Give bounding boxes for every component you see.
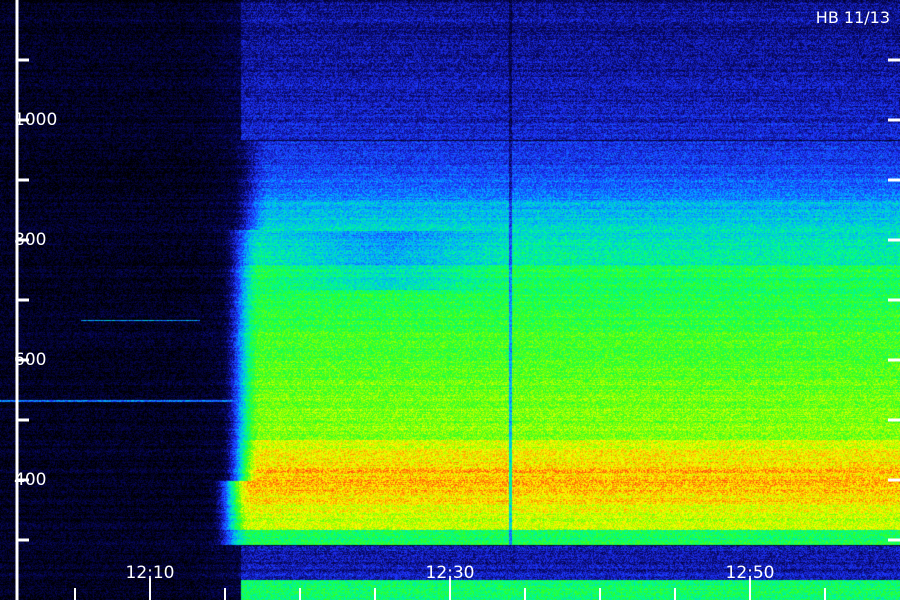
y-tick-label: 400 (14, 470, 46, 490)
chart-title: HB 11/13 (816, 8, 890, 27)
spectrogram-chart: 1000 800 600 400 12:10 12:30 12:50 HB 11… (0, 0, 900, 600)
y-ticks-left (17, 58, 29, 542)
x-tick-label: 12:50 (726, 563, 775, 583)
y-tick-label: 800 (14, 230, 46, 250)
y-ticks-right (888, 58, 900, 542)
chart-axes: 1000 800 600 400 12:10 12:30 12:50 HB 11… (14, 0, 900, 600)
y-tick-label: 600 (14, 350, 46, 370)
y-tick-label: 1000 (14, 110, 57, 130)
x-tick-label: 12:30 (426, 563, 475, 583)
x-tick-label: 12:10 (126, 563, 175, 583)
x-tick-labels: 12:10 12:30 12:50 (126, 563, 775, 583)
